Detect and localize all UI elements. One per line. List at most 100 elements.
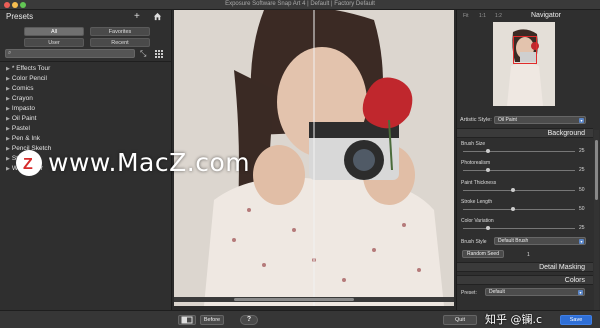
preset-item[interactable]: ▶ Color Pencil <box>6 74 166 84</box>
preset-label: Color Pencil <box>11 75 47 82</box>
navigator-title: Navigator <box>531 12 561 19</box>
preset-item[interactable]: ▶ Pastel <box>6 124 166 134</box>
preset-label: Crayon <box>11 95 33 102</box>
plus-icon[interactable]: + <box>134 11 140 22</box>
expand-arrow-icon: ▶ <box>6 86 10 92</box>
help-icon: ? <box>246 316 252 323</box>
layout-icon <box>181 316 193 324</box>
vertical-scrollbar[interactable] <box>594 130 599 310</box>
brush-style-dropdown[interactable]: Default Brush ▾ <box>494 237 586 245</box>
artistic-style-value: Oil Paint <box>498 117 517 123</box>
preset-item[interactable]: ▶ Pen & Ink <box>6 134 166 144</box>
expand-arrow-icon: ▶ <box>6 126 10 132</box>
expand-arrow-icon: ▶ <box>6 146 10 152</box>
preset-item[interactable]: ▶ * Effects Tour <box>6 64 166 74</box>
preset-label: Pastel <box>11 125 30 132</box>
navigator-thumbnail[interactable] <box>493 22 555 106</box>
help-button[interactable]: ? <box>240 315 258 325</box>
preset-item[interactable]: ▶ Crayon <box>6 94 166 104</box>
preset-item[interactable]: ▶ Comics <box>6 84 166 94</box>
slider-value: 50 <box>579 206 585 212</box>
colors-preset-value: Default <box>489 289 505 295</box>
expand-arrow-icon: ▶ <box>6 106 10 112</box>
expand-arrow-icon: ▶ <box>6 76 10 82</box>
slider-knob[interactable] <box>485 149 490 153</box>
brush-style-label: Brush Style <box>461 239 487 245</box>
preset-label: Oil Paint <box>11 115 37 122</box>
slider-knob[interactable] <box>485 168 490 172</box>
preset-item[interactable]: ▶ Oil Paint <box>6 114 166 124</box>
paint-thickness-slider[interactable] <box>463 188 575 192</box>
filter-user[interactable]: User <box>24 38 84 47</box>
controls-panel: Fit 1:1 1:2 Navigator Artistic Style: Oi… <box>456 10 600 310</box>
slider-knob[interactable] <box>485 226 490 230</box>
slider-value: 50 <box>579 187 585 193</box>
preset-item[interactable]: ▶ Impasto <box>6 104 166 114</box>
background-section-header[interactable]: Background <box>457 128 593 138</box>
colors-preset-label: Preset: <box>461 290 477 296</box>
expand-arrow-icon: ▶ <box>6 96 10 102</box>
slider-label: Photorealism <box>461 160 491 166</box>
slider-label: Brush Size <box>461 141 486 147</box>
chevron-down-icon: ▾ <box>579 239 584 244</box>
title-bar: Exposure Software Snap Art 4 | Default |… <box>0 0 600 10</box>
slider-label: Paint Thickness <box>461 180 497 186</box>
before-button[interactable]: Before <box>200 315 224 325</box>
zoom-fit[interactable]: Fit <box>463 13 469 19</box>
random-seed-value: 1 <box>527 252 530 258</box>
preset-label: Pen & Ink <box>11 135 41 142</box>
expand-arrow-icon: ▶ <box>6 136 10 142</box>
preset-label: Impasto <box>11 105 35 112</box>
preset-label: * Effects Tour <box>11 65 51 72</box>
search-icon: ⌕ <box>8 50 12 56</box>
scrollbar-thumb[interactable] <box>595 140 598 200</box>
expand-arrow-icon: ▶ <box>6 166 10 172</box>
slider-knob[interactable] <box>511 207 516 211</box>
preset-search-input[interactable]: ⌕ <box>5 49 135 58</box>
brush-style-value: Default Brush <box>498 238 529 244</box>
divider <box>0 61 171 62</box>
grid-icon[interactable] <box>155 50 163 58</box>
svg-text:Z: Z <box>23 156 33 173</box>
watermark-site-text: www.MacZ.com <box>48 148 251 177</box>
slider-value: 25 <box>579 148 585 154</box>
navigator-viewport[interactable] <box>513 36 537 64</box>
colors-section-header[interactable]: Colors <box>457 275 593 285</box>
artistic-style-label: Artistic Style: <box>460 117 492 123</box>
detail-masking-section-header[interactable]: Detail Masking <box>457 262 593 272</box>
artistic-style-dropdown[interactable]: Oil Paint ▾ <box>494 116 586 124</box>
filter-recent[interactable]: Recent <box>90 38 150 47</box>
random-seed-button[interactable]: Random Seed <box>462 250 504 258</box>
collapse-icon[interactable]: ⤡ <box>140 49 146 59</box>
presets-title: Presets <box>6 12 34 21</box>
window-title: Exposure Software Snap Art 4 | Default |… <box>225 1 375 7</box>
scrollbar-thumb[interactable] <box>234 298 354 301</box>
save-button[interactable]: Save <box>560 315 592 325</box>
zoom-1-2[interactable]: 1:2 <box>495 13 502 19</box>
slider-value: 25 <box>579 225 585 231</box>
expand-arrow-icon: ▶ <box>6 156 10 162</box>
watermark-zh-text: 知乎 @镧.c <box>485 313 543 326</box>
filter-all[interactable]: All <box>24 27 84 36</box>
chevron-down-icon: ▾ <box>579 118 584 123</box>
slider-label: Color Variation <box>461 218 494 224</box>
macz-logo: Z <box>16 150 42 176</box>
quit-button[interactable]: Quit <box>443 315 477 325</box>
chevron-down-icon: ▾ <box>578 290 583 295</box>
colors-preset-dropdown[interactable]: Default ▾ <box>485 288 585 296</box>
layout-button[interactable] <box>178 315 196 325</box>
stroke-length-slider[interactable] <box>463 207 575 211</box>
slider-label: Stroke Length <box>461 199 493 205</box>
photorealism-slider[interactable] <box>463 168 575 172</box>
slider-knob[interactable] <box>511 188 516 192</box>
expand-arrow-icon: ▶ <box>6 66 10 72</box>
brush-size-slider[interactable] <box>463 149 575 153</box>
color-variation-slider[interactable] <box>463 226 575 230</box>
horizontal-scrollbar[interactable] <box>174 297 454 302</box>
home-icon[interactable] <box>153 12 162 21</box>
zoom-1-1[interactable]: 1:1 <box>479 13 486 19</box>
slider-value: 25 <box>579 167 585 173</box>
preset-label: Comics <box>11 85 34 92</box>
expand-arrow-icon: ▶ <box>6 116 10 122</box>
filter-favorites[interactable]: Favorites <box>90 27 150 36</box>
